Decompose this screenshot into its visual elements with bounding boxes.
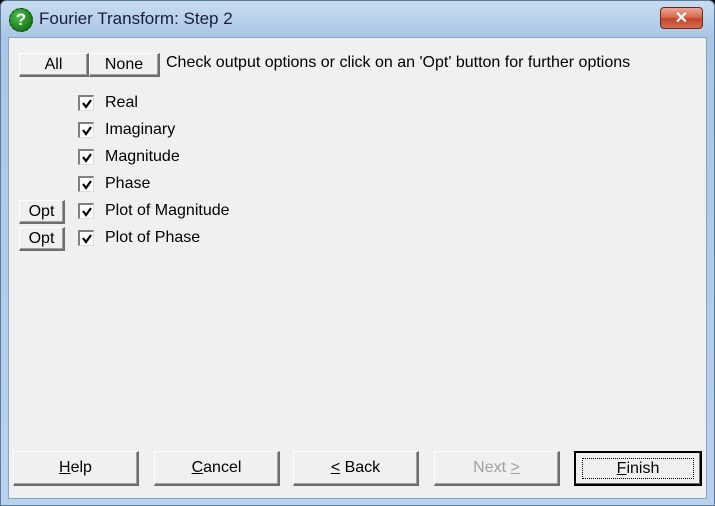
checkmark-icon xyxy=(82,153,92,163)
option-label: Real xyxy=(105,94,138,111)
checkbox-phase[interactable] xyxy=(78,176,94,192)
dialog-body: All None Check output options or click o… xyxy=(8,37,707,499)
option-label: Magnitude xyxy=(105,148,180,165)
checkbox-plot-of-phase[interactable] xyxy=(78,230,94,246)
window-title: Fourier Transform: Step 2 xyxy=(39,9,233,28)
dialog-window: ? Fourier Transform: Step 2 ✕ All None C… xyxy=(0,0,715,506)
back-button[interactable]: < Back xyxy=(293,451,419,486)
select-none-button[interactable]: None xyxy=(89,53,160,77)
help-question-icon: ? xyxy=(9,8,33,32)
help-label: elp xyxy=(70,459,92,476)
instructions-text: Check output options or click on an 'Opt… xyxy=(166,54,631,71)
focus-ring xyxy=(582,458,694,479)
back-mnemonic: < xyxy=(330,459,341,476)
close-button[interactable]: ✕ xyxy=(660,7,703,29)
option-label: Imaginary xyxy=(105,121,176,138)
option-label: Plot of Phase xyxy=(105,229,201,246)
checkmark-icon xyxy=(82,180,92,190)
close-icon: ✕ xyxy=(674,10,689,27)
opt-button-plot-of-magnitude[interactable]: Opt xyxy=(19,200,65,224)
opt-button-plot-of-phase[interactable]: Opt xyxy=(19,227,65,251)
checkbox-real[interactable] xyxy=(78,95,94,111)
help-button[interactable]: Help xyxy=(13,451,139,486)
next-label: Next xyxy=(473,459,511,476)
title-bar[interactable]: ? Fourier Transform: Step 2 ✕ xyxy=(1,1,714,37)
cancel-mnemonic: C xyxy=(191,459,204,476)
next-button[interactable]: Next > xyxy=(434,451,560,486)
checkmark-icon xyxy=(82,207,92,217)
checkmark-icon xyxy=(82,234,92,244)
cancel-label: ancel xyxy=(203,459,242,476)
next-mnemonic: > xyxy=(510,459,520,476)
cancel-button[interactable]: Cancel xyxy=(154,451,280,486)
select-all-button[interactable]: All xyxy=(19,53,89,77)
back-label: Back xyxy=(340,459,381,476)
checkmark-icon xyxy=(82,126,92,136)
option-label: Plot of Magnitude xyxy=(105,202,230,219)
option-label: Phase xyxy=(105,175,151,192)
checkmark-icon xyxy=(82,99,92,109)
checkbox-imaginary[interactable] xyxy=(78,122,94,138)
help-mnemonic: H xyxy=(59,459,71,476)
finish-button[interactable]: Finish xyxy=(574,451,702,486)
checkbox-magnitude[interactable] xyxy=(78,149,94,165)
checkbox-plot-of-magnitude[interactable] xyxy=(78,203,94,219)
